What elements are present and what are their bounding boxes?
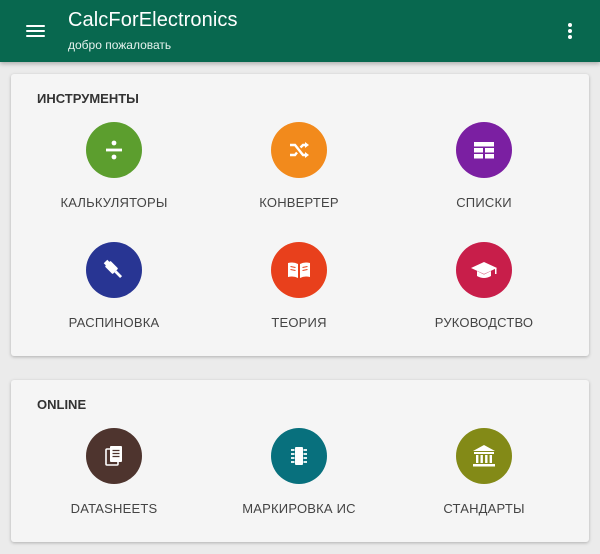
- tool-theory[interactable]: ТЕОРИЯ: [203, 242, 395, 354]
- tool-label: РАСПИНОВКА: [68, 315, 160, 330]
- online-datasheets[interactable]: DATASHEETS: [18, 428, 210, 540]
- online-label: МАРКИРОВКА ИС: [242, 501, 356, 516]
- section-title-tools: ИНСТРУМЕНТЫ: [37, 91, 139, 106]
- tools-card: ИНСТРУМЕНТЫ КАЛЬКУЛЯТОРЫ КОНВЕРТЕР СПИСК…: [11, 74, 589, 356]
- tool-calculators[interactable]: КАЛЬКУЛЯТОРЫ: [18, 122, 210, 234]
- tool-guide[interactable]: РУКОВОДСТВО: [388, 242, 580, 354]
- chip-icon: [271, 428, 327, 484]
- overflow-menu-icon[interactable]: [558, 20, 582, 44]
- section-title-online: ONLINE: [37, 397, 87, 412]
- table-list-icon: [456, 122, 512, 178]
- online-label: СТАНДАРТЫ: [443, 501, 525, 516]
- tool-label: КАЛЬКУЛЯТОРЫ: [60, 195, 168, 210]
- tool-pinout[interactable]: РАСПИНОВКА: [18, 242, 210, 354]
- app-bar: CalcForElectronics добро пожаловать: [0, 0, 600, 62]
- usb-plug-icon: [86, 242, 142, 298]
- institution-icon: [456, 428, 512, 484]
- online-ic-marking[interactable]: МАРКИРОВКА ИС: [203, 428, 395, 540]
- tool-label: СПИСКИ: [456, 195, 512, 210]
- online-label: DATASHEETS: [70, 501, 158, 516]
- online-card: ONLINE DATASHEETS МАРКИРОВКА ИС СТАНДАРТ…: [11, 380, 589, 542]
- divide-icon: [86, 122, 142, 178]
- book-icon: [271, 242, 327, 298]
- online-standards[interactable]: СТАНДАРТЫ: [388, 428, 580, 540]
- tool-label: РУКОВОДСТВО: [434, 315, 534, 330]
- shuffle-icon: [271, 122, 327, 178]
- documents-icon: [86, 428, 142, 484]
- tool-converter[interactable]: КОНВЕРТЕР: [203, 122, 395, 234]
- tool-lists[interactable]: СПИСКИ: [388, 122, 580, 234]
- graduation-cap-icon: [456, 242, 512, 298]
- hamburger-menu-icon[interactable]: [22, 20, 50, 42]
- tool-label: ТЕОРИЯ: [271, 315, 327, 330]
- app-title: CalcForElectronics: [68, 9, 238, 31]
- app-subtitle: добро пожаловать: [68, 38, 172, 52]
- tool-label: КОНВЕРТЕР: [259, 195, 339, 210]
